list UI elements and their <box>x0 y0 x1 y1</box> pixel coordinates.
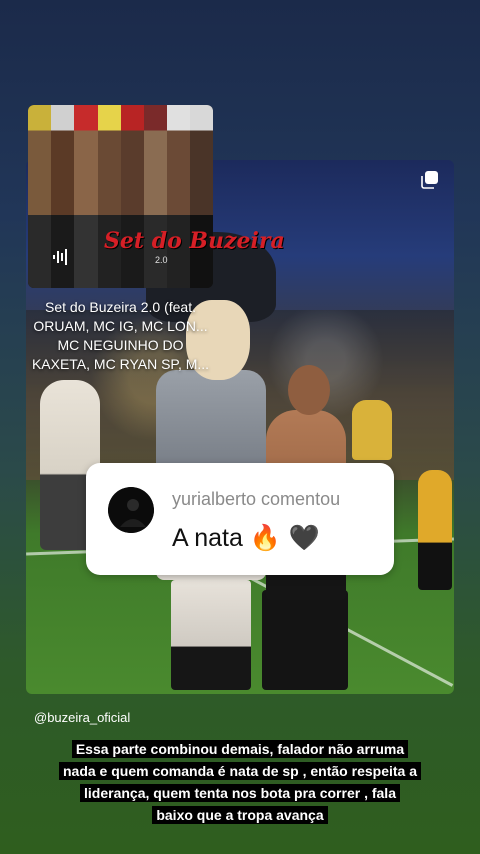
comment-emoji: 🔥 🖤 <box>249 523 321 552</box>
song-title-block[interactable]: Set do Buzeira 2.0 (feat. ORUAM, MC IG, … <box>28 298 213 374</box>
song-artists-3: KAXETA, MC RYAN SP, M... <box>31 356 210 372</box>
caption-line: baixo que a tropa avança <box>152 806 328 824</box>
man-legs <box>262 590 348 690</box>
mention-tag[interactable]: @buzeira_oficial <box>34 710 130 725</box>
avatar[interactable] <box>108 487 154 533</box>
album-subtitle: 2.0 <box>155 255 168 265</box>
avatar-image <box>108 487 154 533</box>
album-portrait <box>190 105 213 288</box>
caption-line: nada e quem comanda é nata de sp , então… <box>58 762 421 780</box>
album-title: Set do Buzeira <box>104 228 285 254</box>
album-portrait <box>120 105 144 288</box>
song-title: Set do Buzeira 2.0 (feat. <box>45 299 196 315</box>
story-caption: Essa parte combinou demais, falador não … <box>30 738 450 826</box>
album-portrait <box>28 105 52 288</box>
mascot-legs <box>171 580 251 690</box>
copy-icon[interactable] <box>420 170 440 190</box>
song-artists: ORUAM, MC IG, MC LON... <box>33 318 208 334</box>
album-portrait <box>167 105 191 288</box>
caption-line: liderança, quem tenta nos bota pra corre… <box>80 784 400 802</box>
audio-wave-icon <box>53 249 67 265</box>
comment-text: A nata 🔥 🖤 <box>172 523 320 553</box>
comment-username[interactable]: yurialberto comentou <box>172 489 340 510</box>
album-portrait <box>74 105 98 288</box>
album-portrait <box>97 105 121 288</box>
comment-body: A nata <box>172 524 243 552</box>
spectator-yellow <box>352 400 392 460</box>
song-artists-2: MC NEGUINHO DO <box>57 337 184 353</box>
man-head <box>288 365 330 415</box>
caption-line: Essa parte combinou demais, falador não … <box>71 740 409 758</box>
child-right <box>418 470 452 590</box>
comment-card[interactable]: yurialberto comentou A nata 🔥 🖤 <box>86 463 394 575</box>
